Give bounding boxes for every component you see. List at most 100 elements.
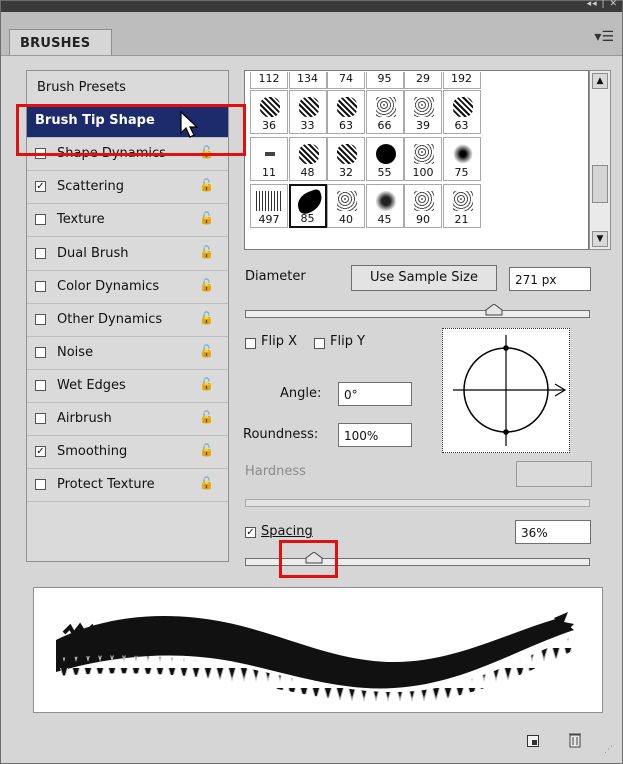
scroll-up-arrow-icon[interactable]: ▲ [592,73,608,89]
sidebar-checkbox[interactable] [35,280,46,292]
sidebar-checkbox[interactable] [35,247,46,259]
brush-preset-cell[interactable]: 100 [404,137,442,181]
sidebar-checkbox[interactable] [35,346,46,358]
sidebar-checkbox[interactable] [35,313,46,325]
sidebar-item-brush-presets[interactable]: Brush Presets [27,72,228,105]
brush-thumbnail [414,191,434,211]
brush-thumbnail [256,191,282,211]
sidebar-checkbox[interactable]: ✓ [35,446,46,458]
angle-field[interactable]: 0° [338,382,412,406]
lock-icon[interactable]: 🔓 [199,245,214,259]
brush-preset-cell[interactable]: 63 [327,90,365,134]
brush-preset-grid: 112 134 74 95 29 192 36 33 63 66 39 63 11 48 32 55 100 75… [244,70,589,250]
brush-preset-cell[interactable]: 32 [327,137,365,181]
lock-icon[interactable]: 🔓 [199,410,214,424]
resize-grip-icon[interactable]: ⋰ [604,745,613,755]
lock-icon[interactable]: 🔓 [199,211,214,225]
brush-preset-cell[interactable]: 85 [288,184,327,228]
diameter-slider-knob[interactable] [485,304,503,316]
brush-thumbnail [298,144,319,164]
scroll-thumb[interactable] [592,165,608,203]
sidebar-item-label: Airbrush [57,411,112,426]
flip-x-label: Flip X [261,334,297,349]
lock-icon[interactable]: 🔓 [199,278,214,292]
brush-preset-cell[interactable]: 66 [365,90,404,134]
brush-thumbnail [265,144,275,164]
sidebar-item-texture[interactable]: Texture 🔓 [27,204,228,238]
sidebar-item-wet-edges[interactable]: Wet Edges 🔓 [27,370,228,403]
brush-preset-cell[interactable]: 11 [250,137,288,181]
sidebar-item-scattering[interactable]: ✓ Scattering 🔓 [27,171,228,205]
sidebar-item-label: Noise [57,344,94,360]
brush-preset-size-label[interactable]: 95 [365,72,404,89]
brush-preset-size-label[interactable]: 74 [327,72,365,89]
brush-preset-cell[interactable]: 48 [288,137,327,181]
lock-icon[interactable]: 🔓 [199,443,214,457]
brush-preset-cell[interactable]: 33 [288,90,327,134]
panel-menu-icon[interactable]: ▾☰ [594,29,614,45]
brush-preset-cell[interactable]: 90 [404,184,442,228]
diameter-label: Diameter [245,269,306,284]
brush-preset-size-label: 66 [377,119,392,132]
brush-preset-cell[interactable]: 497 [250,184,288,228]
sidebar-item-dual-brush[interactable]: Dual Brush 🔓 [27,238,228,271]
tab-brushes[interactable]: BRUSHES [9,29,112,55]
brush-preset-size-label: 63 [339,119,353,132]
lock-icon[interactable]: 🔓 [199,344,214,358]
brush-thumbnail [337,97,357,117]
sidebar-item-noise[interactable]: Noise 🔓 [27,337,228,370]
brush-preset-size-label: 39 [416,119,430,132]
brush-preset-cell[interactable]: 75 [442,137,481,181]
brush-preset-cell[interactable]: 36 [250,90,288,134]
hardness-field [516,461,592,487]
lock-icon[interactable]: 🔓 [199,476,214,490]
brush-preset-cell[interactable]: 63 [442,90,481,134]
sidebar-item-label: Dual Brush [57,245,129,261]
diameter-field[interactable]: 271 px [509,267,591,291]
scroll-down-arrow-icon[interactable]: ▼ [592,231,608,247]
trash-icon[interactable] [569,732,581,748]
sidebar-checkbox[interactable] [35,379,46,391]
spacing-field[interactable]: 36% [515,520,591,544]
sidebar-item-label: Wet Edges [57,377,126,393]
sidebar-checkbox[interactable] [35,214,46,226]
flip-y-checkbox[interactable] [314,338,325,349]
diameter-slider[interactable] [245,304,590,318]
brushes-panel: ◂◂ | ✕ BRUSHES ▾☰ Brush Presets Brush Tip… [0,0,623,764]
sidebar-checkbox[interactable] [35,479,46,491]
angle-roundness-widget[interactable] [442,328,570,453]
panel-titlebar: ◂◂ | ✕ [1,0,622,12]
roundness-label: Roundness: [243,427,319,442]
lock-icon[interactable]: 🔓 [199,311,214,325]
sidebar-item-color-dynamics[interactable]: Color Dynamics 🔓 [27,271,228,304]
brush-grid-scrollbar[interactable]: ▲ ▼ [589,70,611,250]
brush-thumbnail [298,97,319,117]
brush-preset-size-label[interactable]: 192 [442,72,481,89]
sidebar-item-other-dynamics[interactable]: Other Dynamics 🔓 [27,304,228,337]
lock-icon[interactable]: 🔓 [199,178,214,192]
sidebar-item-smoothing[interactable]: ✓ Smoothing 🔓 [27,436,228,470]
panel-window-controls[interactable]: ◂◂ | ✕ [587,0,618,9]
brush-preset-cell[interactable]: 45 [365,184,404,228]
sidebar-item-airbrush[interactable]: Airbrush 🔓 [27,403,228,436]
brush-preset-cell[interactable]: 55 [365,137,404,181]
brush-preset-cell[interactable]: 39 [404,90,442,134]
brush-preset-size-label[interactable]: 134 [288,72,327,89]
new-preset-icon[interactable] [527,735,539,747]
brush-preset-size-label: 100 [412,166,434,179]
use-sample-size-button[interactable]: Use Sample Size [351,265,497,291]
flip-x-checkbox[interactable] [245,338,256,349]
roundness-field[interactable]: 100% [338,423,412,447]
brush-preset-size-label[interactable]: 29 [404,72,442,89]
lock-icon[interactable]: 🔓 [199,377,214,391]
sidebar-checkbox[interactable]: ✓ [35,181,46,193]
sidebar-checkbox[interactable] [35,413,46,424]
spacing-checkbox[interactable]: ✓ [245,527,256,538]
angle-label: Angle: [280,386,322,401]
brush-preset-size-label[interactable]: 112 [250,72,288,89]
sidebar-item-protect-texture[interactable]: Protect Texture 🔓 [27,469,228,503]
panel-bottom-bar: ⋰ [1,723,622,763]
brush-preset-cell[interactable]: 40 [327,184,365,228]
brush-preset-cell[interactable]: 21 [442,184,481,228]
hardness-slider [245,499,590,507]
